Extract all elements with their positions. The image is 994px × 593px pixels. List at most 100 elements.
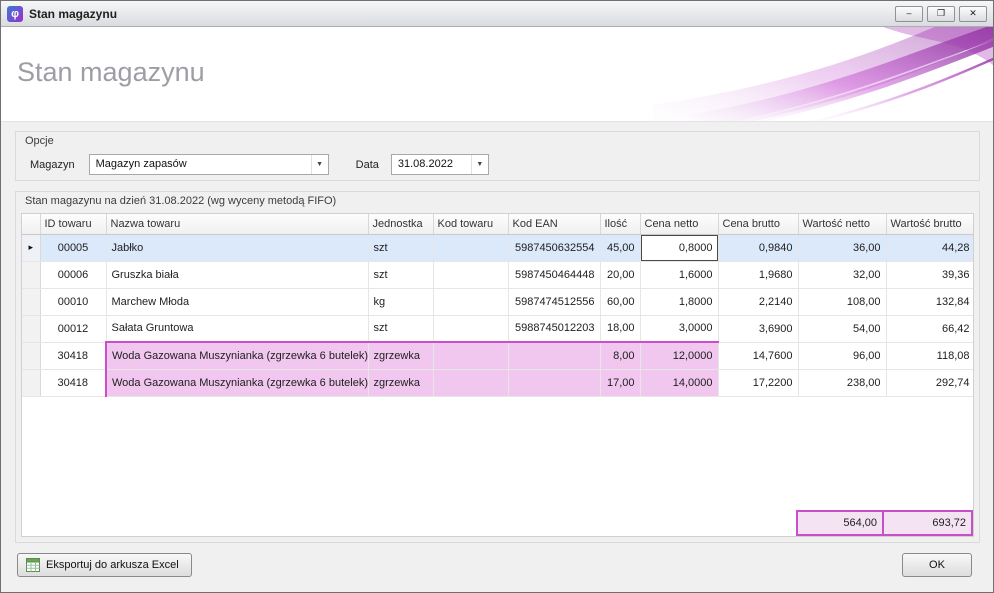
cell-unit[interactable]: kg [368,288,433,315]
cell-net_value[interactable]: 238,00 [798,369,886,396]
cell-name[interactable]: Gruszka biała [106,261,368,288]
cell-gross_value[interactable]: 66,42 [886,315,974,342]
cell-ean[interactable]: 5987450464448 [508,261,600,288]
total-net-value: 564,00 [798,512,884,534]
cell-net_price[interactable]: 1,6000 [640,261,718,288]
cell-net_value[interactable]: 108,00 [798,288,886,315]
cell-qty[interactable]: 45,00 [600,234,640,261]
cell-net_price[interactable]: 1,8000 [640,288,718,315]
minimize-button[interactable]: – [895,6,923,22]
decorative-swoosh [653,27,993,122]
cell-gross_price[interactable]: 0,9840 [718,234,798,261]
cell-name[interactable]: Sałata Gruntowa [106,315,368,342]
row-selector[interactable] [22,315,40,342]
cell-ean[interactable]: 5987474512556 [508,288,600,315]
stock-grid-area: ID towaruNazwa towaruJednostkaKod towaru… [21,213,974,537]
cell-unit[interactable]: szt [368,315,433,342]
cell-net_value[interactable]: 32,00 [798,261,886,288]
cell-code[interactable] [433,315,508,342]
cell-net_price[interactable]: 12,0000 [640,342,718,369]
column-header[interactable]: Cena brutto [718,214,798,234]
total-gross-value: 693,72 [884,512,971,534]
date-select[interactable]: 31.08.2022 ▼ [391,154,489,175]
cell-code[interactable] [433,342,508,369]
cell-ean[interactable]: 5987450632554 [508,234,600,261]
row-selector[interactable]: ▸ [22,234,40,261]
cell-gross_value[interactable]: 39,36 [886,261,974,288]
cell-id[interactable]: 30418 [40,342,106,369]
cell-net_value[interactable]: 96,00 [798,342,886,369]
cell-gross_value[interactable]: 118,08 [886,342,974,369]
cell-id[interactable]: 00010 [40,288,106,315]
cell-unit[interactable]: szt [368,234,433,261]
cell-unit[interactable]: zgrzewka [368,342,433,369]
ok-label: OK [929,559,945,571]
cell-gross_price[interactable]: 1,9680 [718,261,798,288]
cell-ean[interactable] [508,342,600,369]
cell-qty[interactable]: 18,00 [600,315,640,342]
cell-gross_value[interactable]: 132,84 [886,288,974,315]
column-header[interactable]: Wartość brutto [886,214,974,234]
cell-gross_value[interactable]: 44,28 [886,234,974,261]
column-header[interactable]: Ilość [600,214,640,234]
cell-id[interactable]: 00012 [40,315,106,342]
column-header[interactable]: ID towaru [40,214,106,234]
cell-gross_price[interactable]: 3,6900 [718,315,798,342]
chevron-down-icon: ▼ [471,155,488,174]
warehouse-select[interactable]: Magazyn zapasów ▼ [89,154,329,175]
options-group-caption: Opcje [25,135,54,147]
cell-net_value[interactable]: 54,00 [798,315,886,342]
row-selector[interactable] [22,288,40,315]
stock-table: ID towaruNazwa towaruJednostkaKod towaru… [22,214,974,397]
cell-net_price[interactable]: 3,0000 [640,315,718,342]
ok-button[interactable]: OK [902,553,972,577]
cell-net_price[interactable]: 0,8000 [640,234,718,261]
titlebar: φ Stan magazynu – ❐ ✕ [1,1,993,27]
column-header[interactable]: Jednostka [368,214,433,234]
totals-row: 564,00 693,72 [796,510,973,536]
cell-code[interactable] [433,288,508,315]
cell-gross_value[interactable]: 292,74 [886,369,974,396]
column-header[interactable]: Cena netto [640,214,718,234]
table-row: 30418Woda Gazowana Muszynianka (zgrzewka… [22,342,974,369]
column-header[interactable]: Nazwa towaru [106,214,368,234]
row-selector[interactable] [22,369,40,396]
column-header[interactable]: Wartość netto [798,214,886,234]
close-button[interactable]: ✕ [959,6,987,22]
column-header[interactable]: Kod towaru [433,214,508,234]
cell-gross_price[interactable]: 2,2140 [718,288,798,315]
cell-qty[interactable]: 20,00 [600,261,640,288]
cell-id[interactable]: 00006 [40,261,106,288]
cell-id[interactable]: 00005 [40,234,106,261]
export-excel-button[interactable]: Eksportuj do arkusza Excel [17,553,192,577]
column-header[interactable]: Kod EAN [508,214,600,234]
cell-ean[interactable] [508,369,600,396]
cell-name[interactable]: Jabłko [106,234,368,261]
cell-code[interactable] [433,369,508,396]
cell-gross_price[interactable]: 17,2200 [718,369,798,396]
cell-id[interactable]: 30418 [40,369,106,396]
cell-code[interactable] [433,261,508,288]
row-selector[interactable] [22,261,40,288]
cell-name[interactable]: Marchew Młoda [106,288,368,315]
cell-name[interactable]: Woda Gazowana Muszynianka (zgrzewka 6 bu… [106,342,368,369]
cell-name[interactable]: Woda Gazowana Muszynianka (zgrzewka 6 bu… [106,369,368,396]
cell-ean[interactable]: 5988745012203 [508,315,600,342]
row-selector-header [22,214,40,234]
table-row: 00012Sałata Gruntowaszt 598874501220318,0… [22,315,974,342]
cell-qty[interactable]: 60,00 [600,288,640,315]
row-selector[interactable] [22,342,40,369]
maximize-button[interactable]: ❐ [927,6,955,22]
cell-gross_price[interactable]: 14,7600 [718,342,798,369]
options-group: Opcje Magazyn Magazyn zapasów ▼ Data 31.… [15,131,980,181]
cell-qty[interactable]: 17,00 [600,369,640,396]
cell-net_value[interactable]: 36,00 [798,234,886,261]
window-title: Stan magazynu [29,7,117,21]
cell-qty[interactable]: 8,00 [600,342,640,369]
grid-body: ▸00005Jabłkoszt598745063255445,000,80000… [22,234,974,396]
cell-code[interactable] [433,234,508,261]
cell-unit[interactable]: szt [368,261,433,288]
cell-unit[interactable]: zgrzewka [368,369,433,396]
warehouse-label: Magazyn [30,159,75,171]
cell-net_price[interactable]: 14,0000 [640,369,718,396]
